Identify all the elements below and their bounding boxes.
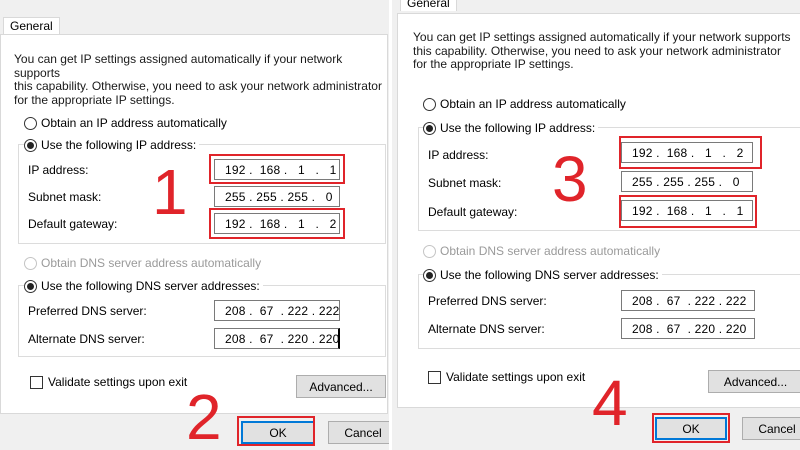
validate-label: Validate settings upon exit [446,370,586,384]
preferred-dns-label: Preferred DNS server: [28,304,147,318]
alternate-dns-field[interactable]: 208 . 67 . 220 . 220 [621,318,755,339]
use-ip-label: Use the following IP address: [440,121,596,135]
description-line: this capability. Otherwise, you need to … [413,43,781,58]
subnet-mask-label: Subnet mask: [28,190,102,204]
radio-disabled-icon [423,244,436,258]
description-text: You can get IP settings assigned automat… [14,52,389,107]
radio-checked-icon [24,279,37,293]
description-text: You can get IP settings assigned automat… [413,30,791,72]
step-2-number: 2 [186,381,222,450]
use-dns-label: Use the following DNS server addresses: [41,279,260,293]
alternate-dns-label: Alternate DNS server: [428,322,545,336]
radio-checked-icon [423,268,436,282]
radio-unchecked-icon [24,116,37,130]
obtain-dns-auto-radio[interactable]: Obtain DNS server address automatically [24,256,261,270]
alternate-dns-field[interactable]: 208 . 67 . 220 . 220 [214,328,340,349]
advanced-button[interactable]: Advanced... [296,375,386,398]
default-gateway-highlight [619,195,757,228]
preferred-dns-field[interactable]: 208 . 67 . 222 . 222 [214,300,340,321]
radio-checked-icon [423,121,436,135]
ip-address-highlight [619,136,762,169]
use-dns-radio[interactable]: Use the following DNS server addresses: [423,268,662,282]
obtain-ip-auto-radio[interactable]: Obtain an IP address automatically [423,97,626,111]
ip-address-label: IP address: [28,163,89,177]
cancel-button[interactable]: Cancel [328,421,389,444]
description-line: You can get IP settings assigned automat… [14,52,343,80]
description-line: for the appropriate IP settings. [413,57,574,71]
checkbox-unchecked-icon [428,370,441,384]
default-gateway-highlight [209,208,345,239]
use-dns-radio[interactable]: Use the following DNS server addresses: [24,279,263,293]
radio-unchecked-icon [423,97,436,111]
obtain-ip-auto-radio[interactable]: Obtain an IP address automatically [24,116,227,130]
ok-button-highlight [652,413,730,443]
validate-checkbox[interactable]: Validate settings upon exit [428,370,585,384]
subnet-mask-field[interactable]: 255 . 255 . 255 . 0 [621,171,753,192]
checkbox-unchecked-icon [30,375,43,389]
radio-checked-icon [24,138,37,152]
ip-address-label: IP address: [428,148,489,162]
validate-checkbox[interactable]: Validate settings upon exit [30,375,187,389]
preferred-dns-field[interactable]: 208 . 67 . 222 . 222 [621,290,755,311]
radio-disabled-icon [24,256,37,270]
use-ip-radio[interactable]: Use the following IP address: [423,121,599,135]
obtain-dns-auto-label: Obtain DNS server address automatically [41,256,262,270]
left-tcpip-dialog: General You can get IP settings assigned… [0,0,389,450]
advanced-button[interactable]: Advanced... [708,370,800,393]
step-3-number: 3 [552,143,588,215]
use-ip-radio[interactable]: Use the following IP address: [24,138,200,152]
subnet-mask-label: Subnet mask: [428,176,502,190]
use-ip-label: Use the following IP address: [41,138,197,152]
validate-label: Validate settings upon exit [48,375,188,389]
use-dns-label: Use the following DNS server addresses: [440,268,659,282]
preferred-dns-label: Preferred DNS server: [428,294,547,308]
obtain-ip-auto-label: Obtain an IP address automatically [41,116,227,130]
obtain-ip-auto-label: Obtain an IP address automatically [440,97,626,111]
description-line: for the appropriate IP settings. [14,92,175,107]
alternate-dns-label: Alternate DNS server: [28,332,145,346]
step-4-number: 4 [592,367,628,439]
obtain-dns-auto-radio[interactable]: Obtain DNS server address automatically [423,244,660,258]
default-gateway-label: Default gateway: [28,217,118,231]
ip-address-highlight [209,154,345,184]
obtain-dns-auto-label: Obtain DNS server address automatically [440,244,661,258]
description-line: this capability. Otherwise, you need to … [14,79,382,93]
general-tab[interactable]: General [400,0,457,11]
right-tcpip-dialog: General You can get IP settings assigned… [392,0,800,450]
step-1-number: 1 [152,156,188,228]
subnet-mask-field[interactable]: 255 . 255 . 255 . 0 [214,186,340,207]
general-tab[interactable]: General [3,17,60,34]
cancel-button[interactable]: Cancel [742,417,800,440]
default-gateway-label: Default gateway: [428,205,518,219]
description-line: You can get IP settings assigned automat… [413,30,791,44]
ok-button-highlight [237,416,315,446]
